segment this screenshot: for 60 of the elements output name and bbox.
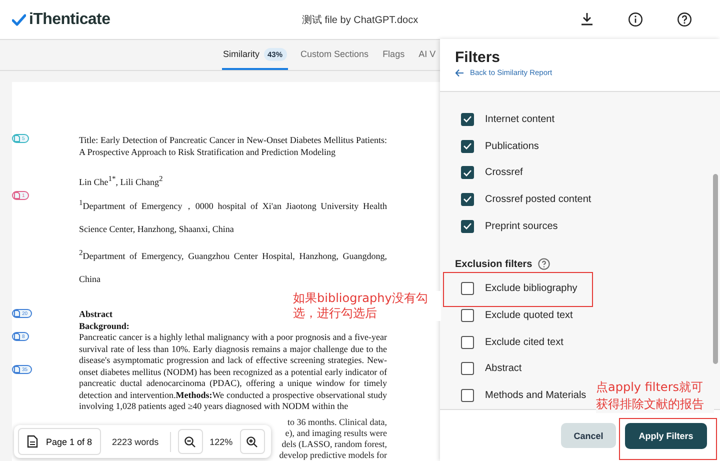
checkbox[interactable] <box>461 336 474 349</box>
tab[interactable]: Flags <box>382 40 406 70</box>
checkbox[interactable] <box>461 166 474 180</box>
document-text: Lin Che$^{1*}$, Lili Chang$^{2}$ <box>79 173 164 188</box>
zoom-in-icon <box>246 436 258 448</box>
annotation-note: 点apply filters就可获得排除文献的报告 <box>596 379 714 413</box>
filter-option[interactable]: Exclude cited text <box>461 332 564 352</box>
document-text: Abstract <box>79 309 112 320</box>
checkbox[interactable] <box>461 308 474 322</box>
filter-option[interactable]: Publications <box>461 136 539 156</box>
document-text: Background: <box>79 320 130 332</box>
document-icon <box>27 435 38 448</box>
file-title: 测试 file by ChatGPT.docx <box>302 14 418 26</box>
document-icon <box>14 366 20 373</box>
document-icon <box>14 192 20 199</box>
checkbox[interactable] <box>461 112 474 126</box>
page-indicator[interactable]: Page 1 of 8 <box>18 428 102 455</box>
zoom-out-button[interactable] <box>178 429 203 454</box>
document-text: Title: Early Detection of Pancreatic Cancer in New-Onset Diabetes Mellitus Patients: A Prospective Approach to Risk Stratification and Prediction Modeling <box>79 134 387 158</box>
document-text: develop predictive models for <box>279 450 387 461</box>
annotation-note: 如果bibliography没有勾选，进行勾选后 <box>293 291 441 321</box>
document-text: dels (LASSO, random forest, <box>282 439 387 450</box>
document-text: $^{2}$Department of Emergency, Guangzhou Center Hospital, Hanzhong, Guangdong, China <box>79 247 387 286</box>
checkmark-logo-icon <box>12 14 26 26</box>
document-text: $^{1}$Department of Emergency，0000 hospital of Xi'an Jiaotong University Health Science Center, Hanzhong, Shaanxi, China <box>79 197 387 236</box>
document-icon <box>14 135 20 142</box>
section-heading: Exclusion filters <box>455 258 532 270</box>
document-icon <box>14 333 20 340</box>
zoom-level: 122% <box>210 436 233 446</box>
filter-option[interactable]: Exclude quoted text <box>461 305 573 326</box>
arrow-left-icon <box>455 68 464 76</box>
filter-option[interactable]: Exclude bibliography <box>461 278 578 299</box>
checkbox[interactable] <box>461 282 474 296</box>
help-icon[interactable] <box>677 12 692 27</box>
info-icon[interactable] <box>628 12 643 27</box>
filter-option[interactable]: Methods and Materials <box>461 386 586 406</box>
checkbox[interactable] <box>461 389 474 402</box>
checkbox[interactable] <box>461 140 474 153</box>
checkbox[interactable] <box>461 362 474 376</box>
zoom-out-icon <box>184 436 196 448</box>
document-text: Pancreatic cancer is a highly lethal malignancy with a poor prognosis and a five-year survival rate of less than 10%. Early diagnosis remains a major challenge due to the disease's asymptomatic progression and lack of effective screening strategies. New-onset diabetes mellitus (NODM) has been recognized as a potential early indicator of pancreatic ductal adenocarcinoma (PDAC), offering a unique window for timely detection and intervention.Methods:We conducted a prospective observational study involving 1,028 patients aged ≥40 years diagnosed with NODM within the <box>79 332 387 412</box>
tab[interactable]: Custom Sections <box>300 40 370 70</box>
checkbox[interactable] <box>461 192 474 206</box>
document-text: to 36 months. Clinical data, <box>288 417 387 428</box>
document-text: e), and imaging results were <box>285 428 387 439</box>
checkbox[interactable] <box>461 220 474 233</box>
apply-filters-button[interactable]: Apply Filters <box>625 422 707 448</box>
filter-option[interactable]: Abstract <box>461 358 522 379</box>
panel-title: Filters <box>455 49 502 66</box>
filter-option[interactable]: Internet content <box>461 109 554 130</box>
filter-option[interactable]: Crossref <box>461 162 523 183</box>
word-count: 2223 words <box>111 436 160 446</box>
document-icon <box>14 310 20 317</box>
tab[interactable]: AI V <box>418 40 437 70</box>
brand-name: iThenticate <box>29 10 110 28</box>
cancel-button[interactable]: Cancel <box>561 423 616 448</box>
download-icon[interactable] <box>580 12 594 26</box>
filter-option[interactable]: Preprint sources <box>461 216 558 236</box>
zoom-in-button[interactable] <box>240 429 265 454</box>
filter-option[interactable]: Crossref posted content <box>461 189 592 210</box>
